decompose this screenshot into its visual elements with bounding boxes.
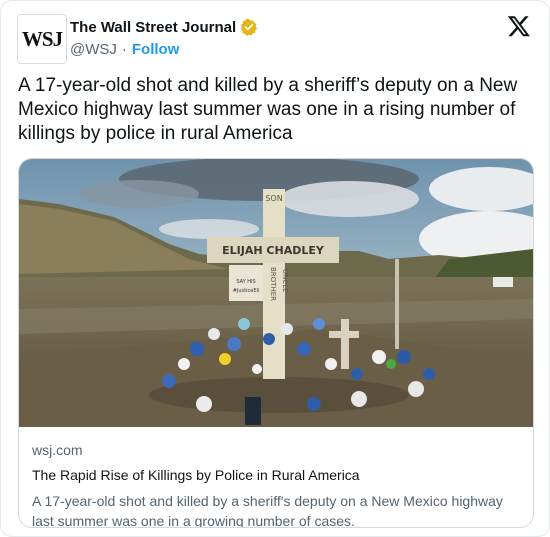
author-handle-row: @WSJ · Follow <box>70 41 258 58</box>
separator-dot: · <box>121 41 127 58</box>
cross-sign-line2: #JusticeEli <box>233 288 260 294</box>
follow-button[interactable]: Follow <box>132 41 180 58</box>
article-image: SON ELIJAH CHADLEY SAY HIS #JusticeEli B… <box>19 159 533 427</box>
avatar-logo-text: WSJ <box>21 26 63 51</box>
cross-name-text: ELIJAH CHADLEY <box>222 244 325 257</box>
link-preview-card[interactable]: SON ELIJAH CHADLEY SAY HIS #JusticeEli B… <box>18 158 534 528</box>
cross-sign-line1: SAY HIS <box>236 279 255 285</box>
tweet-embed-card: WSJ The Wall Street Journal @WSJ · Follo… <box>0 0 550 537</box>
cross-vertical-text: BROTHER <box>269 267 277 301</box>
tweet-text: A 17-year-old shot and killed by a sheri… <box>18 75 518 144</box>
link-meta: wsj.com The Rapid Rise of Killings by Po… <box>32 442 522 528</box>
link-description: A 17-year-old shot and killed by a sheri… <box>32 493 503 528</box>
verified-badge-icon <box>241 18 258 36</box>
x-logo-icon[interactable] <box>507 14 531 38</box>
author-block: The Wall Street Journal @WSJ · Follow <box>70 17 258 58</box>
author-handle[interactable]: @WSJ <box>70 41 117 58</box>
author-avatar[interactable]: WSJ <box>17 14 67 64</box>
link-domain[interactable]: wsj.com <box>32 442 522 458</box>
author-name-row: The Wall Street Journal <box>70 17 258 37</box>
cross-top-text: SON <box>265 194 282 203</box>
cross-vertical-right-text: UNCLE <box>281 269 289 293</box>
author-name[interactable]: The Wall Street Journal <box>70 19 236 36</box>
link-title[interactable]: The Rapid Rise of Killings by Police in … <box>32 467 522 483</box>
